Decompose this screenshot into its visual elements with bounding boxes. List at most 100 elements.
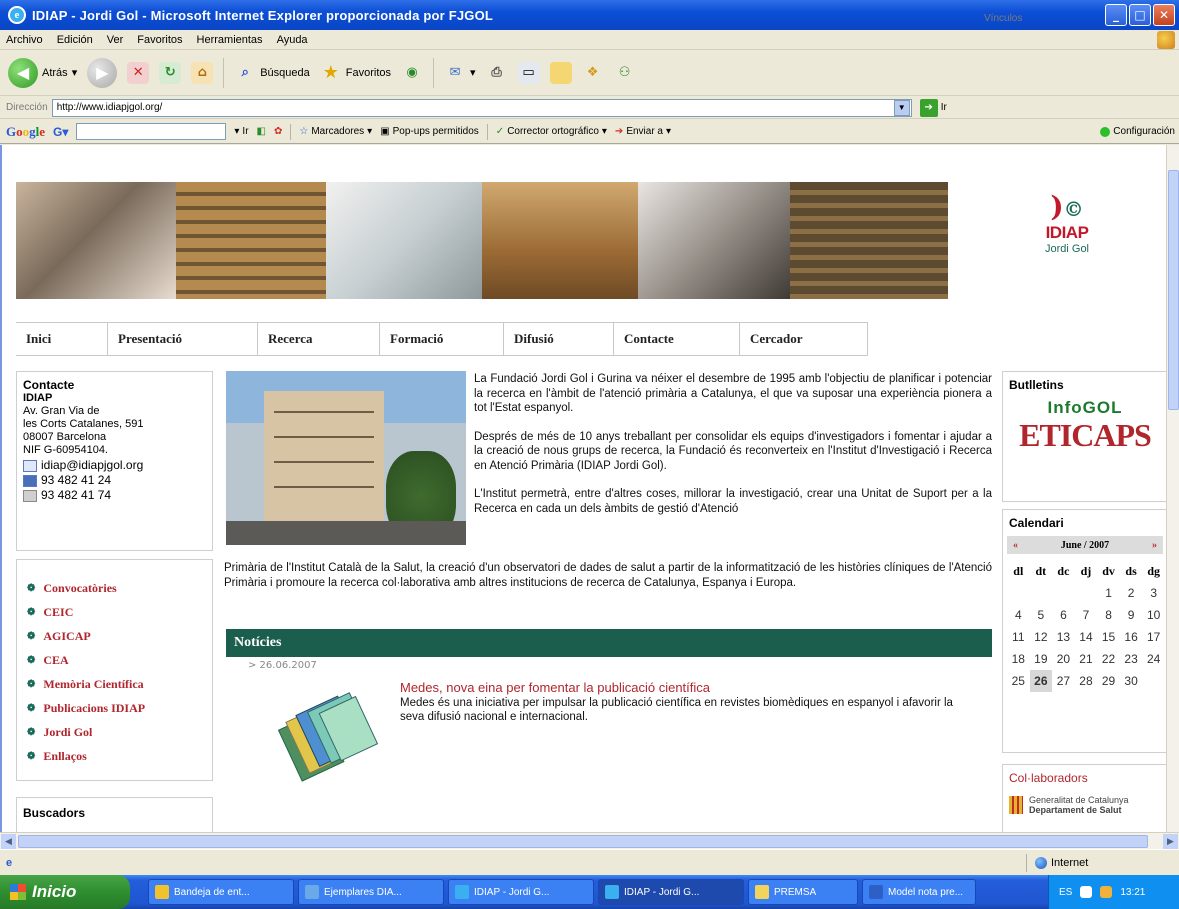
media-button[interactable]: ◉ — [401, 62, 423, 84]
research-button[interactable]: ❖ — [582, 62, 604, 84]
calendar-day[interactable]: 12 — [1030, 626, 1053, 648]
calendar-day[interactable]: 13 — [1052, 626, 1075, 648]
pagerank-icon[interactable]: ◧ — [257, 126, 266, 137]
send-button[interactable]: ➔ Enviar a ▾ — [615, 126, 671, 137]
nav-inici[interactable]: Inici — [16, 323, 108, 355]
calendar-day[interactable]: 11 — [1007, 626, 1030, 648]
address-dropdown[interactable]: ▼ — [893, 99, 910, 116]
side-link[interactable]: ❁ Memòria Científica — [27, 672, 202, 696]
config-button[interactable]: Configuración — [1100, 126, 1175, 137]
side-link[interactable]: ❁ CEIC — [27, 600, 202, 624]
calendar-day[interactable]: 20 — [1052, 648, 1075, 670]
nav-presentacio[interactable]: Presentació — [108, 323, 258, 355]
taskbar-item[interactable]: PREMSA — [748, 879, 858, 905]
calendar-day[interactable]: 17 — [1142, 626, 1165, 648]
nav-recerca[interactable]: Recerca — [258, 323, 380, 355]
side-link[interactable]: ❁ Enllaços — [27, 744, 202, 768]
side-link[interactable]: ❁ AGICAP — [27, 624, 202, 648]
scroll-thumb[interactable] — [1168, 170, 1179, 410]
calendar-day[interactable]: 10 — [1142, 604, 1165, 626]
calendar-day[interactable]: 27 — [1052, 670, 1075, 692]
favorites-button[interactable]: ★ Favoritos — [320, 62, 391, 84]
scroll-thumb[interactable] — [18, 835, 1148, 848]
calendar-day[interactable]: 16 — [1120, 626, 1143, 648]
calendar-day[interactable]: 24 — [1142, 648, 1165, 670]
calendar-day[interactable]: 7 — [1075, 604, 1098, 626]
folder-button[interactable] — [549, 61, 572, 84]
menu-ver[interactable]: Ver — [107, 34, 124, 46]
calendar-day[interactable]: 23 — [1120, 648, 1143, 670]
calendar-prev-button[interactable]: « — [1013, 540, 1018, 551]
scroll-left-arrow-icon[interactable]: ◀ — [1, 834, 16, 849]
edit-button[interactable]: ▭ — [517, 61, 540, 84]
calendar-day[interactable]: 30 — [1120, 670, 1143, 692]
calendar-day[interactable]: 2 — [1120, 582, 1143, 604]
google-search-input[interactable] — [76, 123, 227, 140]
google-g-icon[interactable]: G▾ — [53, 125, 68, 139]
bookmarks-button[interactable]: ☆ Marcadores ▾ — [299, 126, 372, 137]
nav-cercador[interactable]: Cercador — [740, 323, 868, 355]
horizontal-scrollbar[interactable]: ◀ ▶ — [0, 832, 1179, 849]
search-button[interactable]: ⌕ Búsqueda — [234, 62, 310, 84]
google-go-button[interactable]: ▾ Ir — [234, 126, 248, 137]
side-link[interactable]: ❁ CEA — [27, 648, 202, 672]
calendar-day[interactable]: 28 — [1075, 670, 1098, 692]
menu-ayuda[interactable]: Ayuda — [277, 34, 308, 46]
nav-formacio[interactable]: Formació — [380, 323, 504, 355]
popups-button[interactable]: ▣ Pop-ups permitidos — [380, 126, 479, 137]
calendar-day[interactable]: 9 — [1120, 604, 1143, 626]
go-button[interactable]: Ir — [941, 102, 947, 113]
calendar-day[interactable]: 3 — [1142, 582, 1165, 604]
forward-button[interactable]: ▶ — [87, 57, 118, 88]
nav-contacte[interactable]: Contacte — [614, 323, 740, 355]
infogol-link[interactable]: InfoGOL — [1009, 398, 1161, 418]
side-link[interactable]: ❁ Jordi Gol — [27, 720, 202, 744]
calendar-day[interactable]: 6 — [1052, 604, 1075, 626]
back-button[interactable]: ◀ Atrás ▾ — [8, 57, 77, 88]
address-input[interactable]: http://www.idiapjgol.org/ — [51, 98, 912, 117]
go-arrow-icon[interactable]: ➔ — [919, 98, 938, 117]
taskbar-item[interactable]: Model nota pre... — [862, 879, 976, 905]
start-button[interactable]: Inicio — [0, 875, 130, 909]
calendar-day[interactable]: 14 — [1075, 626, 1098, 648]
calendar-day[interactable]: 29 — [1097, 670, 1120, 692]
stop-button[interactable]: ✕ — [127, 61, 150, 84]
messenger-button[interactable]: ⚇ — [614, 62, 636, 84]
home-button[interactable]: ⌂ — [191, 61, 214, 84]
menu-favoritos[interactable]: Favoritos — [137, 34, 182, 46]
calendar-day[interactable]: 19 — [1030, 648, 1053, 670]
news-icon[interactable]: ✿ — [274, 126, 282, 137]
tray-icon[interactable] — [1100, 886, 1113, 898]
news-title-link[interactable]: Medes, nova eina per fomentar la publica… — [400, 680, 710, 695]
language-indicator[interactable]: ES — [1059, 887, 1072, 898]
side-link[interactable]: ❁ Publicacions IDIAP — [27, 696, 202, 720]
google-logo[interactable]: Google — [6, 124, 45, 140]
vertical-scrollbar[interactable] — [1166, 145, 1179, 832]
calendar-day-today[interactable]: 26 — [1029, 670, 1053, 692]
eticaps-link[interactable]: ETICAPS — [1009, 418, 1161, 452]
calendar-day[interactable]: 1 — [1097, 582, 1120, 604]
menu-archivo[interactable]: Archivo — [6, 34, 43, 46]
taskbar-item[interactable]: Bandeja de ent... — [148, 879, 294, 905]
refresh-button[interactable]: ↻ — [159, 61, 182, 84]
calendar-day[interactable]: 25 — [1007, 670, 1030, 692]
menu-edicion[interactable]: Edición — [57, 34, 93, 46]
taskbar-item-active[interactable]: IDIAP - Jordi G... — [598, 879, 744, 905]
calendar-day[interactable]: 18 — [1007, 648, 1030, 670]
calendar-day[interactable]: 4 — [1007, 604, 1030, 626]
side-link[interactable]: ❁ Convocatòries — [27, 576, 202, 600]
spellcheck-button[interactable]: ✓ Corrector ortográfico ▾ — [496, 126, 607, 137]
calendar-day[interactable]: 22 — [1097, 648, 1120, 670]
calendar-day[interactable]: 5 — [1030, 604, 1053, 626]
nav-difusio[interactable]: Difusió — [504, 323, 614, 355]
contact-email-row[interactable]: idiap@idiapjgol.org — [23, 459, 206, 472]
taskbar-item[interactable]: IDIAP - Jordi G... — [448, 879, 594, 905]
contact-email[interactable]: idiap@idiapjgol.org — [41, 459, 143, 472]
taskbar-item[interactable]: Ejemplares DIA... — [298, 879, 444, 905]
tray-icon[interactable] — [1080, 886, 1093, 898]
idiap-logo[interactable]: )© IDIAP Jordi Gol — [1012, 190, 1122, 310]
generalitat-link[interactable]: Generalitat de Catalunya Departament de S… — [1009, 795, 1161, 815]
calendar-day[interactable]: 15 — [1097, 626, 1120, 648]
menu-herramientas[interactable]: Herramientas — [197, 34, 263, 46]
calendar-day[interactable]: 21 — [1075, 648, 1098, 670]
